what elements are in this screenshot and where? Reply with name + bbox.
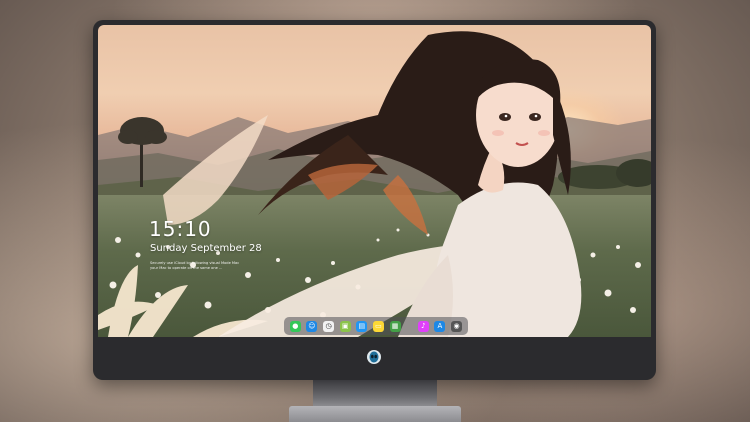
lockscreen-date: Sunday September 28 xyxy=(150,243,262,254)
notes-icon[interactable]: ▭ xyxy=(372,320,384,332)
lockscreen-notice: Securely use iCloud by following visual … xyxy=(150,261,262,271)
lockscreen-notice-line: your Mac to operate on the same one ... xyxy=(150,266,223,270)
anime-girl-illustration xyxy=(258,31,582,337)
dock-separator xyxy=(406,321,412,332)
screenshot-icon[interactable]: ◉ xyxy=(451,320,463,332)
monitor: 15:10 Sunday September 28 Securely use i… xyxy=(93,20,656,380)
app-store-icon[interactable]: A xyxy=(434,320,446,332)
music-icon[interactable]: ♪ xyxy=(417,320,429,332)
numbers-icon[interactable]: ▦ xyxy=(389,320,401,332)
messages-icon[interactable]: ● xyxy=(289,320,301,332)
lockscreen-clock: 15:10 xyxy=(149,217,212,241)
clock-app-icon[interactable]: ◷ xyxy=(323,320,335,332)
dock: ● ☺ ◷ ▣ ▤ ▭ ▦ ♪ A ◉ xyxy=(284,317,468,335)
screen: 15:10 Sunday September 28 Securely use i… xyxy=(98,25,651,337)
preview-icon[interactable]: ▣ xyxy=(339,320,351,332)
alien-logo-icon xyxy=(367,350,381,364)
monitor-stand-base xyxy=(289,406,461,422)
finder-icon[interactable]: ☺ xyxy=(306,320,318,332)
clapper-icon[interactable]: ▤ xyxy=(356,320,368,332)
